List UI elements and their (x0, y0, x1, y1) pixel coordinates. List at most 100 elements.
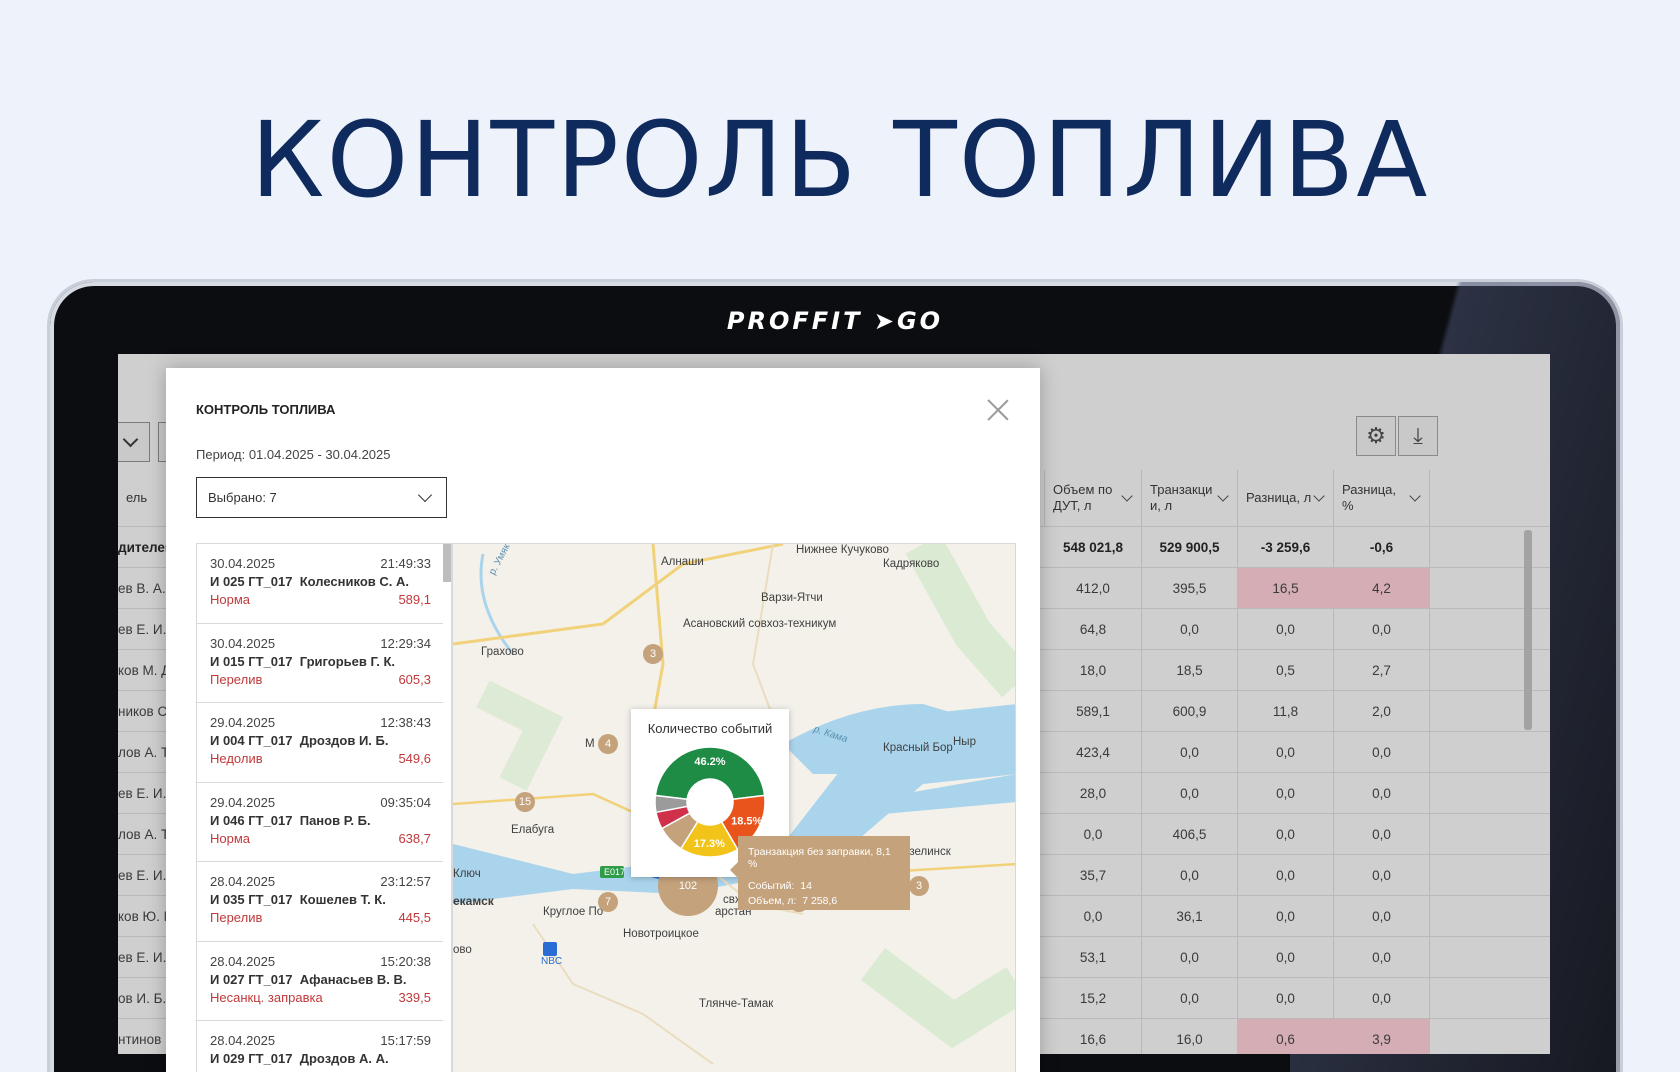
map-cluster-marker[interactable]: 3 (643, 644, 663, 664)
map-place-label: Красный Бор (883, 742, 953, 754)
table-cell-dut: 0,0 (1045, 896, 1142, 936)
column-header-label: Разница, л (1246, 490, 1312, 505)
map-place-label: Алнаши (661, 556, 704, 568)
list-item[interactable]: 30.04.2025 21:49:33 И 025 ГТ_017 Колеснико… (197, 544, 443, 624)
table-cell-pct: 0,0 (1334, 855, 1430, 895)
tooltip-events-value: 14 (800, 880, 812, 892)
select-value: Выбрано: 7 (208, 490, 277, 505)
item-status: Недолив (210, 751, 263, 766)
item-date: 28.04.2025 (210, 953, 276, 969)
vehicle-select[interactable]: Выбрано: 7 (196, 477, 447, 518)
map-cluster-marker[interactable]: 4 (598, 734, 618, 754)
item-vehicle: И 029 ГТ_017 (210, 1051, 293, 1066)
map-cluster-marker[interactable]: 3 (909, 876, 929, 896)
table-cell-diff: 0,0 (1238, 773, 1334, 813)
column-header-label: ель (126, 490, 148, 505)
chevron-down-icon (122, 431, 139, 448)
map-place-label: Круглое По (543, 906, 604, 918)
table-cell-pct: 0,0 (1334, 814, 1430, 854)
table-scrollbar[interactable] (1524, 530, 1532, 730)
pie-slice-0[interactable] (654, 746, 766, 801)
column-header[interactable]: Разница, % (1334, 470, 1430, 526)
map-place-label: нзелинск (903, 846, 951, 858)
item-time: 15:17:59 (380, 1033, 431, 1048)
item-driver: Дроздов И. Б. (299, 733, 389, 748)
column-header[interactable]: Транзакци и, л (1142, 470, 1238, 526)
map-place-label: Нижнее Кучуково (796, 544, 889, 556)
table-cell-trans: 395,5 (1142, 568, 1238, 608)
table-cell-diff: 0,0 (1238, 896, 1334, 936)
table-cell-pct: 0,0 (1334, 896, 1430, 936)
item-time: 12:38:43 (380, 715, 431, 730)
item-value: 589,1 (398, 592, 431, 607)
map-place-label: Ныр (953, 736, 976, 748)
item-vehicle: И 015 ГТ_017 (210, 653, 293, 669)
item-time: 15:20:38 (380, 953, 431, 969)
settings-button[interactable]: ⚙ (1356, 416, 1396, 456)
table-cell-diff: 0,5 (1238, 650, 1334, 690)
item-driver: Колесников С. А. (299, 574, 409, 589)
list-item[interactable]: 28.04.2025 15:17:59 И 029 ГТ_017 Дроздов А… (197, 1021, 443, 1072)
gear-icon: ⚙ (1366, 423, 1386, 448)
filter-dropdown[interactable] (118, 422, 150, 462)
item-vehicle: И 046 ГТ_017 (210, 812, 293, 828)
item-status: Норма (210, 592, 251, 607)
item-driver: Афанасьев В. В. (299, 971, 407, 987)
table-cell-diff: 16,5 (1238, 568, 1334, 608)
item-vehicle: И 027 ГТ_017 (210, 971, 293, 987)
column-header[interactable]: Объем по ДУТ, л (1045, 470, 1142, 526)
close-icon[interactable] (986, 398, 1010, 422)
table-cell-pct: 2,7 (1334, 650, 1430, 690)
list-item[interactable]: 28.04.2025 23:12:57 И 035 ГТ_017 Кошелев Т… (197, 862, 443, 942)
item-status: Норма (210, 830, 251, 846)
item-vehicle: И 004 ГТ_017 (210, 733, 293, 748)
table-cell-pct: 0,0 (1334, 773, 1430, 813)
download-button[interactable]: ⤓ (1398, 416, 1438, 456)
list-item[interactable]: 30.04.2025 12:29:34 И 015 ГТ_017 Григорьев… (197, 624, 443, 703)
item-time: 21:49:33 (380, 556, 431, 571)
table-cell-trans: 36,1 (1142, 896, 1238, 936)
item-date: 30.04.2025 (210, 556, 276, 571)
event-list: 30.04.2025 21:49:33 И 025 ГТ_017 Колеснико… (196, 543, 452, 1072)
item-status: Перелив (210, 910, 263, 925)
map-view[interactable]: Нижнее Кучуково Алнаши Варзи-Ятчи Кадряково… (452, 543, 1016, 1072)
list-scrollbar[interactable] (443, 544, 451, 582)
table-cell-trans: 529 900,5 (1142, 527, 1238, 567)
map-cluster-marker[interactable]: 7 (598, 892, 618, 912)
brand-logo: PROFFIT ➤GO (726, 307, 944, 335)
item-vehicle: И 035 ГТ_017 (210, 892, 293, 907)
table-cell-diff: 0,0 (1238, 814, 1334, 854)
item-date: 29.04.2025 (210, 715, 276, 730)
item-time: 09:35:04 (380, 794, 431, 810)
item-driver: Панов Р. Б. (299, 812, 371, 828)
tooltip-title: Транзакция без заправки, 8,1 % (748, 846, 891, 870)
map-place-label: М (585, 738, 595, 750)
item-driver: Григорьев Г. К. (299, 653, 396, 669)
table-cell-diff: 0,6 (1238, 1019, 1334, 1054)
period-label: Период: 01.04.2025 - 30.04.2025 (196, 447, 391, 462)
table-cell-diff: 0,0 (1238, 732, 1334, 772)
pie-slice-label: 17.3% (694, 838, 725, 850)
table-cell-pct: 0,0 (1334, 732, 1430, 772)
map-place-label: Асановский совхоз-техникум (683, 618, 837, 630)
table-cell-pct: 0,0 (1334, 978, 1430, 1018)
table-cell-dut: 16,6 (1045, 1019, 1142, 1054)
list-item[interactable]: 29.04.2025 09:35:04 И 046 ГТ_017 Панов Р. … (197, 783, 443, 862)
list-item[interactable]: 28.04.2025 15:20:38 И 027 ГТ_017 Афанасьев… (197, 942, 443, 1021)
hero-title: КОНТРОЛЬ ТОПЛИВА (250, 99, 1430, 221)
table-cell-dut: 548 021,8 (1045, 527, 1142, 567)
table-cell-trans: 18,5 (1142, 650, 1238, 690)
pie-slice-label: 18.5% (731, 815, 762, 827)
column-header[interactable]: Разница, л (1238, 470, 1334, 526)
table-cell-dut: 423,4 (1045, 732, 1142, 772)
table-cell-trans: 0,0 (1142, 732, 1238, 772)
map-cluster-marker[interactable]: 15 (515, 792, 535, 812)
map-place-label: Грахово (481, 646, 524, 658)
table-cell-pct: 0,0 (1334, 609, 1430, 649)
table-cell-trans: 406,5 (1142, 814, 1238, 854)
table-cell-diff: 0,0 (1238, 937, 1334, 977)
table-cell-dut: 589,1 (1045, 691, 1142, 731)
modal-title: КОНТРОЛЬ ТОПЛИВА (196, 402, 336, 417)
map-place-label: Ключ (453, 868, 481, 880)
list-item[interactable]: 29.04.2025 12:38:43 И 004 ГТ_017 Дроздов И… (197, 703, 443, 783)
